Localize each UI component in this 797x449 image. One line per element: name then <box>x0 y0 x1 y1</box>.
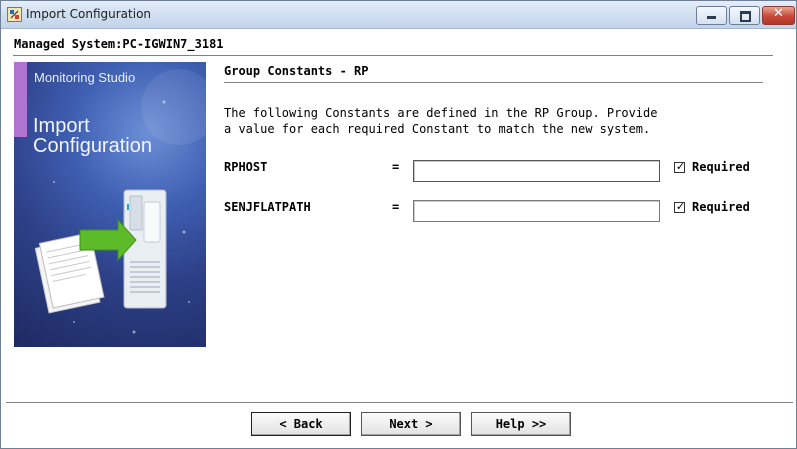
app-icon <box>7 7 22 22</box>
checkmark-icon: ✓ <box>675 200 686 213</box>
next-button[interactable]: Next > <box>361 412 461 436</box>
help-button[interactable]: Help >> <box>471 412 571 436</box>
senjflatpath-input[interactable] <box>413 200 660 222</box>
group-description: The following Constants are defined in t… <box>224 105 744 137</box>
footer-divider <box>6 402 793 403</box>
minimize-icon <box>707 16 716 19</box>
equals-sign: = <box>392 160 400 174</box>
rphost-required-label: Required <box>692 160 750 174</box>
rphost-required-checkbox[interactable]: ✓ <box>674 160 686 173</box>
group-divider <box>224 82 763 83</box>
senjflatpath-required-checkbox[interactable]: ✓ <box>674 200 686 213</box>
group-title: Group Constants - RP <box>224 64 369 78</box>
import-illustration <box>34 69 206 334</box>
minimize-button[interactable] <box>696 6 727 25</box>
import-configuration-window: Import Configuration ✕ Managed System:PC… <box>0 0 797 449</box>
description-line: a value for each required Constant to ma… <box>224 122 651 136</box>
title-bar[interactable]: Import Configuration ✕ <box>1 1 796 29</box>
header-divider <box>13 55 773 56</box>
close-button[interactable]: ✕ <box>762 6 795 25</box>
checkmark-icon: ✓ <box>675 160 686 173</box>
maximize-icon <box>740 11 751 22</box>
constant-name-rphost: RPHOST <box>224 160 268 174</box>
back-button[interactable]: < Back <box>251 412 351 436</box>
window-title: Import Configuration <box>26 7 152 21</box>
wizard-banner-image: Monitoring Studio Import Configuration <box>14 62 206 347</box>
description-line: The following Constants are defined in t… <box>224 106 658 120</box>
managed-system-label: Managed System:PC-IGWIN7_3181 <box>14 37 224 51</box>
senjflatpath-required-label: Required <box>692 200 750 214</box>
rphost-input[interactable] <box>413 160 660 182</box>
close-icon: ✕ <box>773 6 784 21</box>
equals-sign: = <box>392 200 400 214</box>
maximize-button[interactable] <box>729 6 760 25</box>
constant-name-senjflatpath: SENJFLATPATH <box>224 200 311 214</box>
